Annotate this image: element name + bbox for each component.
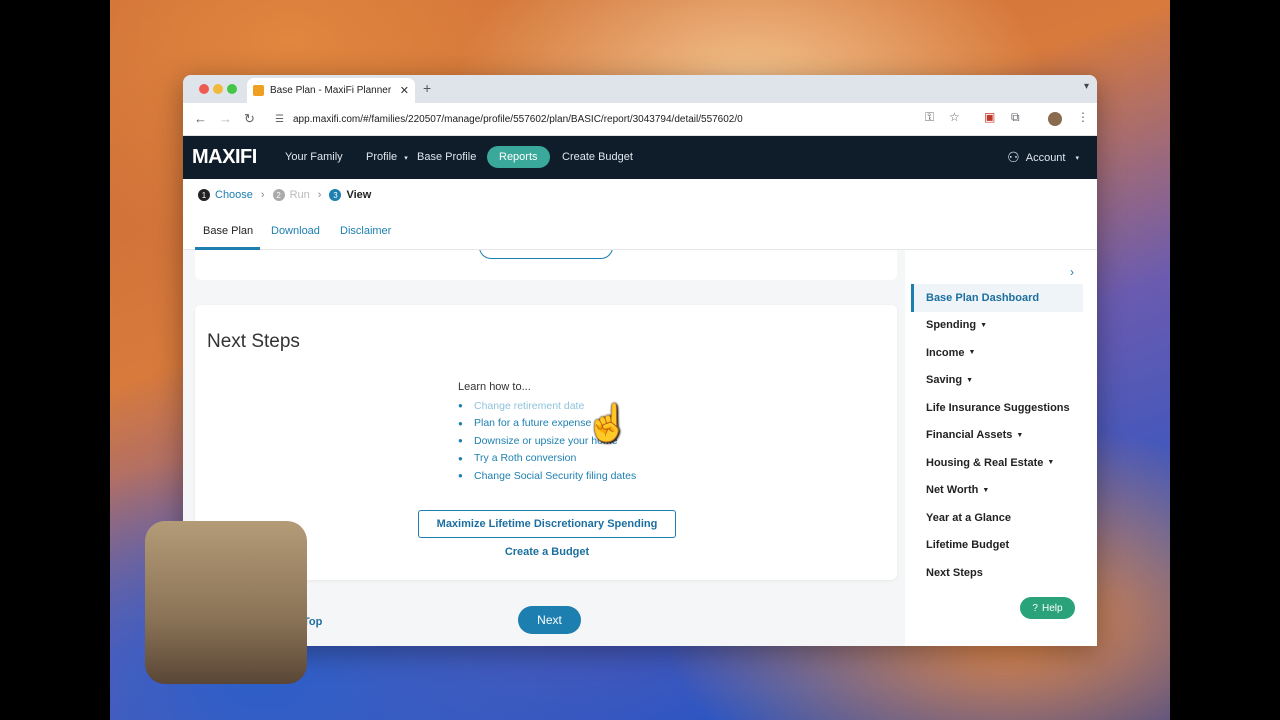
- maxifi-logo[interactable]: MAXIFI: [192, 146, 257, 169]
- caret-down-icon: ▼: [982, 486, 990, 494]
- account-label: Account: [1025, 151, 1066, 164]
- step-run[interactable]: 2 Run: [272, 189, 310, 201]
- profile-avatar-icon[interactable]: [1048, 112, 1062, 126]
- step-number: 2: [272, 189, 285, 201]
- caret-down-icon: ▼: [1016, 431, 1024, 439]
- maxifi-favicon-icon: [253, 85, 264, 96]
- minimize-window-button[interactable]: [213, 84, 223, 94]
- back-arrow-icon[interactable]: ←: [194, 111, 207, 126]
- step-label: Choose: [215, 189, 253, 201]
- sidebar-menu: Base Plan Dashboard Spending ▼ Income ▼ Sa…: [911, 284, 1083, 587]
- step-view[interactable]: 3 View: [329, 189, 371, 201]
- chevron-right-icon: ›: [260, 189, 265, 201]
- step-choose[interactable]: 1 Choose: [198, 189, 253, 201]
- tab-base-plan[interactable]: Base Plan: [203, 225, 253, 237]
- nav-base-profile[interactable]: Base Profile: [417, 151, 476, 163]
- step-number: 1: [198, 189, 210, 201]
- site-info-icon[interactable]: ☰: [275, 114, 284, 125]
- create-budget-link[interactable]: Create a Budget: [418, 546, 676, 558]
- extension-red-icon[interactable]: ▣: [984, 110, 995, 124]
- nav-profile-label: Profile: [366, 151, 398, 163]
- report-tabs: Base Plan Download Disclaimer: [183, 217, 1097, 250]
- list-item: ● Change Social Security filing dates: [458, 469, 637, 482]
- list-item: ● Try a Roth conversion: [458, 452, 577, 465]
- tab-download[interactable]: Download: [271, 225, 320, 237]
- address-bar[interactable]: ☰ app.maxifi.com/#/families/220507/manag…: [265, 107, 985, 131]
- sidebar-item-saving[interactable]: Saving ▼: [911, 367, 1083, 395]
- sidebar-item-spending[interactable]: Spending ▼: [911, 312, 1083, 340]
- tab-title: Base Plan - MaxiFi Planner: [270, 85, 392, 96]
- tab-strip: Base Plan - MaxiFi Planner ✕ + ▾: [183, 75, 1097, 103]
- link-plan-future-expense[interactable]: Plan for a future expense: [474, 417, 591, 429]
- nav-your-family[interactable]: Your Family: [285, 151, 343, 163]
- sidebar-item-year-at-a-glance[interactable]: Year at a Glance: [911, 504, 1083, 532]
- sidebar-item-next-steps[interactable]: Next Steps: [911, 559, 1083, 587]
- tab-disclaimer[interactable]: Disclaimer: [340, 225, 391, 237]
- chevron-right-icon: ›: [317, 189, 322, 201]
- user-icon: ⚇: [1007, 149, 1020, 165]
- nav-reports[interactable]: Reports: [487, 146, 550, 168]
- step-number: 3: [329, 189, 342, 201]
- caret-down-icon: ▾: [404, 155, 408, 162]
- caret-down-icon: ▼: [966, 376, 974, 384]
- bookmark-star-icon[interactable]: ☆: [949, 110, 960, 124]
- browser-window: Base Plan - MaxiFi Planner ✕ + ▾ ← → ↻ ☰…: [183, 75, 1097, 646]
- step-label: View: [346, 189, 372, 201]
- link-change-retirement-date[interactable]: Change retirement date: [474, 400, 584, 412]
- step-label: Run: [289, 189, 310, 201]
- progress-steps: 1 Choose › 2 Run › 3 View: [183, 179, 1097, 211]
- sidebar-item-life-insurance[interactable]: Life Insurance Suggestions: [911, 394, 1083, 422]
- caret-down-icon: ▼: [980, 321, 988, 329]
- hand-pointer-cursor-icon: ☝: [585, 402, 630, 443]
- collapse-chevron-icon[interactable]: ›: [1070, 265, 1074, 279]
- forward-arrow-icon[interactable]: →: [219, 111, 232, 126]
- nav-profile[interactable]: Profile ▾: [366, 151, 408, 163]
- caret-down-icon: ▼: [1047, 459, 1055, 467]
- browser-menu-icon[interactable]: ⋮: [1077, 110, 1089, 124]
- app-navbar: MAXIFI Your Family Profile ▾ Base Profil…: [183, 136, 1097, 179]
- help-button[interactable]: ? Help: [1020, 597, 1075, 619]
- learn-how-heading: Learn how to...: [458, 381, 531, 393]
- view-more-button[interactable]: View more details: [479, 250, 613, 259]
- sidebar-item-net-worth[interactable]: Net Worth ▼: [911, 477, 1083, 505]
- link-roth-conversion[interactable]: Try a Roth conversion: [474, 452, 576, 464]
- report-sidebar: › Base Plan Dashboard Spending ▼ Income ▼ …: [905, 250, 1097, 646]
- account-menu[interactable]: ⚇ Account ▾: [1007, 149, 1079, 166]
- sidebar-item-income[interactable]: Income ▼: [911, 339, 1083, 367]
- tab-close-icon[interactable]: ✕: [400, 84, 409, 97]
- link-social-security-dates[interactable]: Change Social Security filing dates: [474, 470, 636, 482]
- help-circle-icon: ?: [1032, 602, 1038, 614]
- nav-create-budget[interactable]: Create Budget: [562, 151, 633, 163]
- browser-tab[interactable]: Base Plan - MaxiFi Planner ✕: [247, 78, 415, 103]
- sidebar-item-lifetime-budget[interactable]: Lifetime Budget: [911, 532, 1083, 560]
- previous-card: View more details: [195, 250, 897, 280]
- caret-down-icon: ▾: [1075, 154, 1079, 162]
- next-steps-title: Next Steps: [207, 331, 300, 352]
- tab-search-chevron-icon[interactable]: ▾: [1084, 81, 1089, 92]
- extensions-puzzle-icon[interactable]: ⧉: [1011, 110, 1020, 125]
- maximize-spending-button[interactable]: Maximize Lifetime Discretionary Spending: [418, 510, 676, 538]
- browser-toolbar: ← → ↻ ☰ app.maxifi.com/#/families/220507…: [183, 103, 1097, 136]
- webcam-overlay: [145, 521, 307, 684]
- key-icon[interactable]: ⚿: [925, 110, 934, 125]
- url-text: app.maxifi.com/#/families/220507/manage/…: [292, 113, 743, 125]
- close-window-button[interactable]: [199, 84, 209, 94]
- zoom-window-button[interactable]: [227, 84, 237, 94]
- sidebar-item-base-plan-dashboard[interactable]: Base Plan Dashboard: [911, 284, 1083, 312]
- sidebar-item-financial-assets[interactable]: Financial Assets ▼: [911, 422, 1083, 450]
- new-tab-button[interactable]: +: [423, 80, 431, 96]
- caret-down-icon: ▼: [968, 349, 976, 357]
- next-button[interactable]: Next: [518, 606, 581, 634]
- reload-icon[interactable]: ↻: [244, 111, 255, 127]
- sidebar-item-housing[interactable]: Housing & Real Estate ▼: [911, 449, 1083, 477]
